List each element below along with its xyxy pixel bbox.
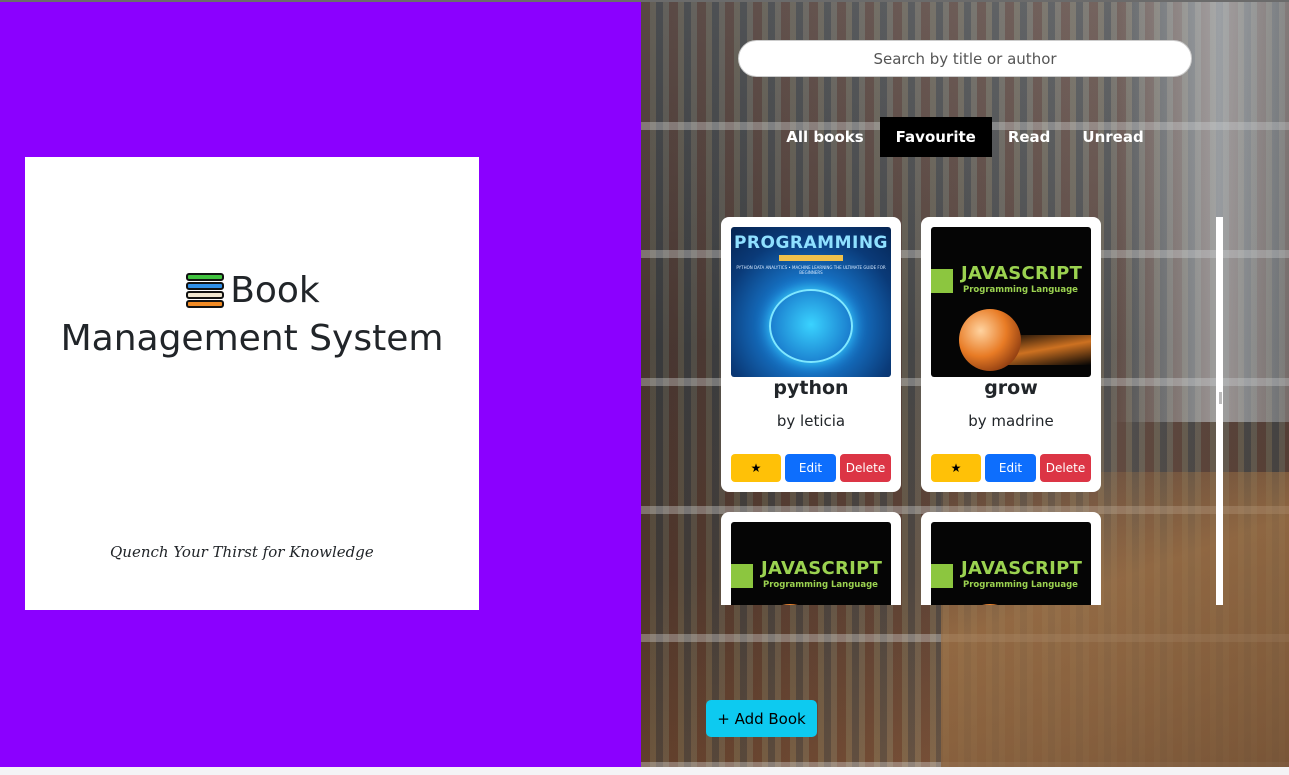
delete-button[interactable]: Delete: [1040, 454, 1091, 482]
app-page: Book Management System Quench Your Thirs…: [0, 0, 1289, 775]
cover-band: [779, 255, 843, 261]
search-input[interactable]: [738, 40, 1192, 77]
globe-graphic: [759, 604, 821, 605]
favourite-button[interactable]: ★: [731, 454, 781, 482]
edit-button[interactable]: Edit: [785, 454, 836, 482]
book-cover: JAVASCRIPT Programming Language: [931, 227, 1091, 377]
book-title: grow: [984, 377, 1038, 399]
tab-all-books[interactable]: All books: [770, 117, 879, 157]
tagline: Quench Your Thirst for Knowledge: [110, 543, 374, 561]
book-title: python: [773, 377, 849, 399]
book-card: JAVASCRIPT Programming Language grow by …: [921, 217, 1101, 492]
python-logo-graphic: [769, 289, 853, 363]
tab-unread[interactable]: Unread: [1066, 117, 1159, 157]
bottom-strip: [0, 767, 1289, 775]
scrollbar-thumb[interactable]: [1219, 392, 1222, 404]
card-actions: ★ Edit Delete: [931, 454, 1091, 482]
delete-button[interactable]: Delete: [840, 454, 891, 482]
book-card: JAVASCRIPT Programming Language: [721, 512, 901, 605]
book-cover: PROGRAMMING PYTHON DATA ANALYTICS • MACH…: [731, 227, 891, 377]
cover-subtitle: Programming Language: [763, 580, 878, 590]
filter-tabs: All books Favourite Read Unread: [738, 117, 1192, 157]
cover-subtitle: Programming Language: [963, 580, 1078, 590]
cover-accent-bar: [931, 564, 953, 588]
book-author: by leticia: [776, 412, 846, 430]
book-list-scrollbar[interactable]: [1216, 217, 1223, 605]
cover-subtitle: PYTHON DATA ANALYTICS • MACHINE LEARNING…: [736, 265, 886, 275]
edit-button[interactable]: Edit: [985, 454, 1036, 482]
app-title-line1: Book: [230, 270, 320, 311]
cover-heading: JAVASCRIPT: [761, 558, 883, 579]
tab-favourite[interactable]: Favourite: [879, 117, 992, 157]
book-author: by madrine: [968, 412, 1054, 430]
book-cover: JAVASCRIPT Programming Language: [931, 522, 1091, 605]
tab-read[interactable]: Read: [992, 117, 1067, 157]
globe-graphic: [959, 309, 1021, 371]
books-stack-icon: [184, 271, 226, 311]
book-card: PROGRAMMING PYTHON DATA ANALYTICS • MACH…: [721, 217, 901, 492]
brand-panel: Book Management System Quench Your Thirs…: [0, 2, 641, 767]
brand-card: Book Management System Quench Your Thirs…: [25, 157, 479, 610]
cover-heading: JAVASCRIPT: [961, 263, 1083, 284]
library-panel: All books Favourite Read Unread PROGRAMM…: [641, 2, 1289, 767]
book-list[interactable]: PROGRAMMING PYTHON DATA ANALYTICS • MACH…: [721, 217, 1226, 605]
app-title-line2: Management System: [60, 318, 444, 359]
add-book-button[interactable]: + Add Book: [706, 700, 817, 737]
book-card: JAVASCRIPT Programming Language: [921, 512, 1101, 605]
cover-accent-bar: [731, 564, 753, 588]
cover-subtitle: Programming Language: [963, 285, 1078, 295]
globe-graphic: [959, 604, 1021, 605]
favourite-button[interactable]: ★: [931, 454, 981, 482]
book-cover: JAVASCRIPT Programming Language: [731, 522, 891, 605]
cover-heading: PROGRAMMING: [733, 233, 889, 253]
cover-accent-bar: [931, 269, 953, 293]
cover-heading: JAVASCRIPT: [961, 558, 1083, 579]
card-actions: ★ Edit Delete: [731, 454, 891, 482]
app-title: Book Management System: [25, 267, 479, 363]
